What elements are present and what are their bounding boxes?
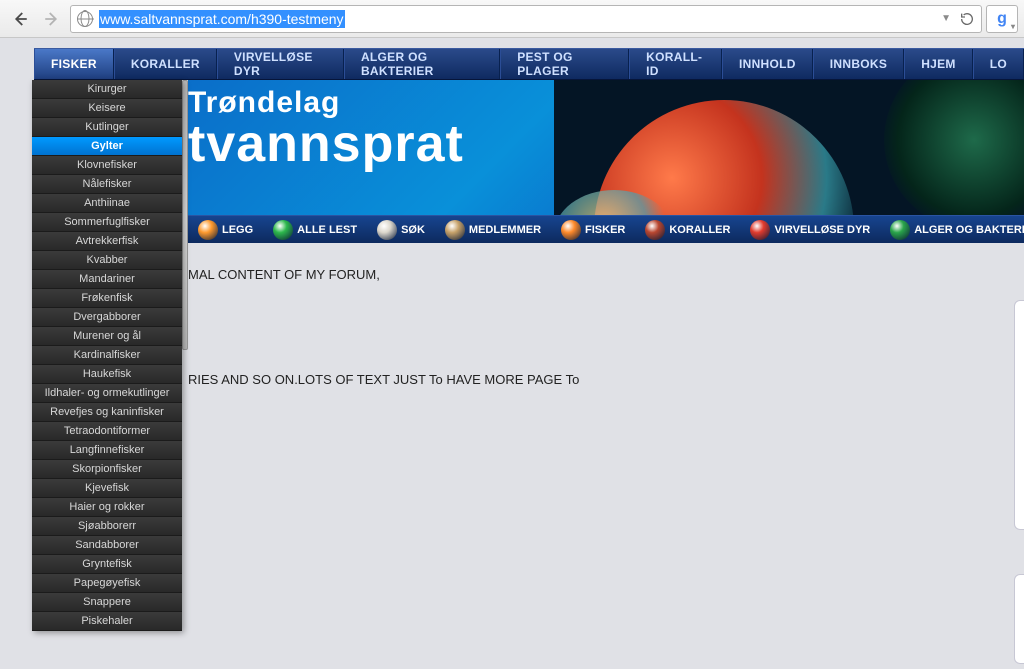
subbar-icon: [750, 220, 770, 240]
search-engine-button[interactable]: g: [986, 5, 1018, 33]
dropdown-item-haier-og-rokker[interactable]: Haier og rokker: [32, 498, 182, 517]
dropdown-item-mandariner[interactable]: Mandariner: [32, 270, 182, 289]
banner-title: Trøndelag tvannsprat: [188, 80, 464, 215]
dropdown-item-murener-og-l[interactable]: Murener og ål: [32, 327, 182, 346]
subbar-item-alle-lest[interactable]: ALLE LEST: [263, 216, 367, 243]
forward-button[interactable]: [38, 5, 66, 33]
dropdown-item-ildhaler-og-ormekutlinger[interactable]: Ildhaler- og ormekutlinger: [32, 384, 182, 403]
fisker-dropdown[interactable]: KirurgerKeisereKutlingerGylterKlovnefisk…: [32, 80, 182, 631]
subbar-item-s-k[interactable]: SØK: [367, 216, 435, 243]
right-panel-card: [1014, 300, 1024, 530]
dropdown-indicator-icon[interactable]: ▼: [941, 13, 951, 24]
subbar-icon: [377, 220, 397, 240]
subbar-item-fisker[interactable]: FISKER: [551, 216, 635, 243]
subbar-icon: [645, 220, 665, 240]
subbar-icon: [561, 220, 581, 240]
dropdown-item-kvabber[interactable]: Kvabber: [32, 251, 182, 270]
dropdown-item-anthiinae[interactable]: Anthiinae: [32, 194, 182, 213]
dropdown-item-kutlinger[interactable]: Kutlinger: [32, 118, 182, 137]
sub-toolbar: LEGG ALLE LEST SØK MEDLEMMER FISKER KORALLER V…: [188, 215, 1024, 243]
subbar-label: SØK: [401, 224, 425, 236]
nav-item-virvell-se-dyr[interactable]: VIRVELLØSE DYR: [217, 49, 344, 79]
subbar-item-virvell-se-dyr[interactable]: VIRVELLØSE DYR: [740, 216, 880, 243]
dropdown-item-piskehaler[interactable]: Piskehaler: [32, 612, 182, 631]
subbar-label: FISKER: [585, 224, 625, 236]
page-content: MAL CONTENT OF MY FORUM, RIES AND SO ON.…: [188, 243, 1024, 387]
dropdown-item-gylter[interactable]: Gylter: [32, 137, 182, 156]
subbar-label: VIRVELLØSE DYR: [774, 224, 870, 236]
dropdown-item-sandabborer[interactable]: Sandabborer: [32, 536, 182, 555]
nav-item-korall-id[interactable]: KORALL-ID: [629, 49, 722, 79]
subbar-icon: [273, 220, 293, 240]
url-trailing-controls: ▼: [941, 11, 975, 27]
right-panel-card-2: [1014, 574, 1024, 664]
dropdown-item-revefjes-og-kaninfisker[interactable]: Revefjes og kaninfisker: [32, 403, 182, 422]
dropdown-item-keisere[interactable]: Keisere: [32, 99, 182, 118]
reload-icon[interactable]: [959, 11, 975, 27]
dropdown-item-kjevefisk[interactable]: Kjevefisk: [32, 479, 182, 498]
content-line-1: MAL CONTENT OF MY FORUM,: [188, 267, 1024, 282]
nav-item-koraller[interactable]: KORALLER: [114, 49, 217, 79]
dropdown-item-sommerfuglfisker[interactable]: Sommerfuglfisker: [32, 213, 182, 232]
nav-item-alger-og-bakterier[interactable]: ALGER OG BAKTERIER: [344, 49, 500, 79]
banner-line1: Trøndelag: [188, 88, 464, 118]
nav-item-innboks[interactable]: INNBOKS: [813, 49, 904, 79]
nav-item-fisker[interactable]: FISKER: [34, 49, 114, 79]
dropdown-item-avtrekkerfisk[interactable]: Avtrekkerfisk: [32, 232, 182, 251]
dropdown-item-kirurger[interactable]: Kirurger: [32, 80, 182, 99]
arrow-right-icon: [43, 10, 61, 28]
subbar-icon: [198, 220, 218, 240]
dropdown-item-langfinnefisker[interactable]: Langfinnefisker: [32, 441, 182, 460]
dropdown-item-snappere[interactable]: Snappere: [32, 593, 182, 612]
nav-item-hjem[interactable]: HJEM: [904, 49, 973, 79]
banner-photo: [554, 80, 1024, 215]
back-button[interactable]: [6, 5, 34, 33]
subbar-label: ALGER OG BAKTERIER: [914, 224, 1024, 236]
dropdown-item-n-lefisker[interactable]: Nålefisker: [32, 175, 182, 194]
subbar-label: KORALLER: [669, 224, 730, 236]
globe-icon: [77, 11, 93, 27]
dropdown-item-gryntefisk[interactable]: Gryntefisk: [32, 555, 182, 574]
subbar-icon: [445, 220, 465, 240]
site-banner: Trøndelag tvannsprat: [188, 80, 1024, 215]
arrow-left-icon: [11, 10, 29, 28]
page-viewport: FISKERKORALLERVIRVELLØSE DYRALGER OG BAK…: [0, 38, 1024, 669]
content-line-2: RIES AND SO ON.LOTS OF TEXT JUST To HAVE…: [188, 372, 1024, 387]
main-nav: FISKERKORALLERVIRVELLØSE DYRALGER OG BAK…: [34, 48, 1024, 80]
subbar-label: ALLE LEST: [297, 224, 357, 236]
subbar-item-koraller[interactable]: KORALLER: [635, 216, 740, 243]
dropdown-item-fr-kenfisk[interactable]: Frøkenfisk: [32, 289, 182, 308]
subbar-label: MEDLEMMER: [469, 224, 541, 236]
subbar-label: LEGG: [222, 224, 253, 236]
nav-item-pest-og-plager[interactable]: PEST OG PLAGER: [500, 49, 629, 79]
subbar-item-alger-og-bakterier[interactable]: ALGER OG BAKTERIER: [880, 216, 1024, 243]
browser-toolbar: www.saltvannsprat.com/h390-testmeny ▼ g: [0, 0, 1024, 38]
subbar-item-medlemmer[interactable]: MEDLEMMER: [435, 216, 551, 243]
subbar-item-legg[interactable]: LEGG: [188, 216, 263, 243]
dropdown-item-kardinalfisker[interactable]: Kardinalfisker: [32, 346, 182, 365]
banner-line2: tvannsprat: [188, 118, 464, 170]
subbar-icon: [890, 220, 910, 240]
address-bar[interactable]: www.saltvannsprat.com/h390-testmeny ▼: [70, 5, 982, 33]
dropdown-item-tetraodontiformer[interactable]: Tetraodontiformer: [32, 422, 182, 441]
nav-item-innhold[interactable]: INNHOLD: [722, 49, 813, 79]
google-g-icon: g: [997, 10, 1007, 28]
dropdown-item-skorpionfisker[interactable]: Skorpionfisker: [32, 460, 182, 479]
url-text: www.saltvannsprat.com/h390-testmeny: [99, 11, 941, 27]
dropdown-item-haukefisk[interactable]: Haukefisk: [32, 365, 182, 384]
dropdown-item-dvergabborer[interactable]: Dvergabborer: [32, 308, 182, 327]
nav-item-lo[interactable]: LO: [973, 49, 1024, 79]
dropdown-item-sj-abborerr[interactable]: Sjøabborerr: [32, 517, 182, 536]
dropdown-item-klovnefisker[interactable]: Klovnefisker: [32, 156, 182, 175]
dropdown-scrollbar[interactable]: [182, 80, 188, 350]
dropdown-item-papeg-yefisk[interactable]: Papegøyefisk: [32, 574, 182, 593]
